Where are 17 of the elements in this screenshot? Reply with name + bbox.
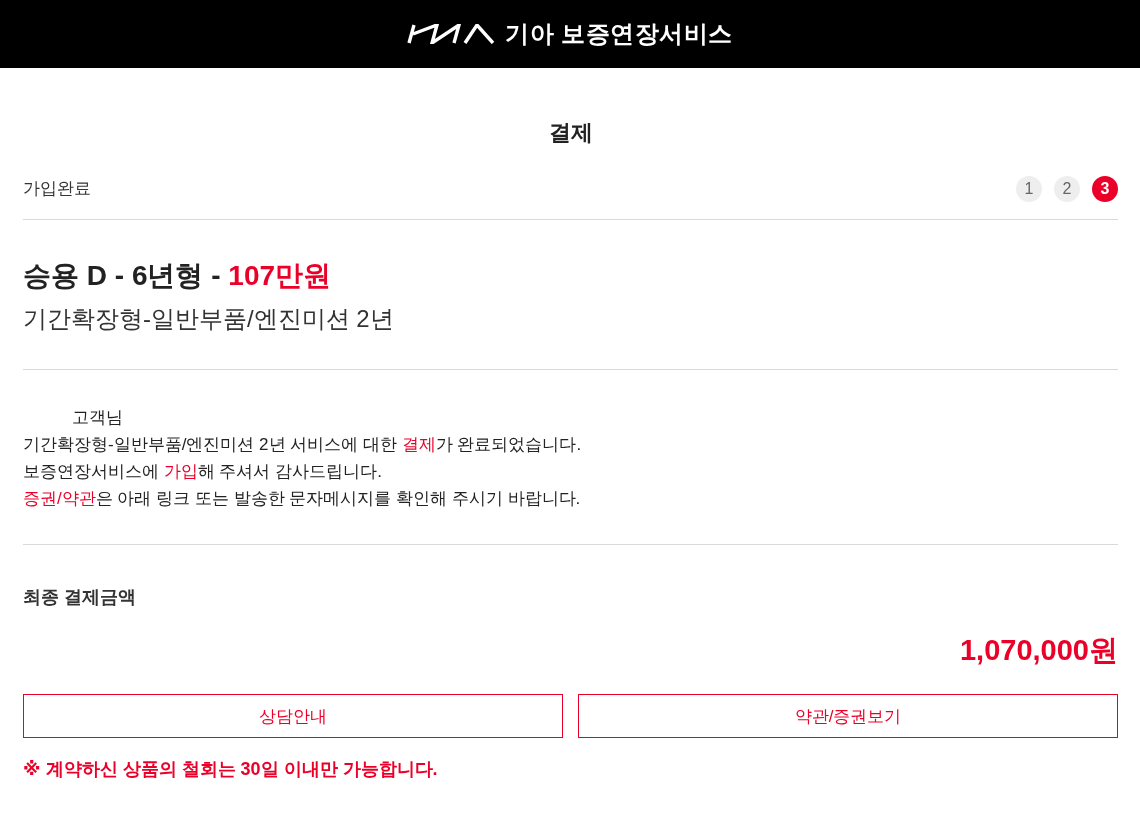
- step-indicator: 1: [1016, 176, 1042, 202]
- step-indicator: 3: [1092, 176, 1118, 202]
- greeting-text: 고객님: [71, 407, 124, 429]
- product-title: 승용 D - 6년형 - 107만원: [23, 259, 333, 293]
- step-label: 가입완료: [23, 178, 91, 200]
- message-text: 보증연장서비스에 가입해 주셔서 감사드립니다.: [23, 461, 383, 483]
- message-text: 기간확장형-일반부품/엔진미션 2년 서비스에 대한 결제가 완료되었습니다.: [23, 434, 583, 456]
- header-title: 기아 보증연장서비스: [505, 19, 733, 49]
- page-title: 결제: [547, 119, 594, 147]
- message-text: 증권/약관은 아래 링크 또는 발송한 문자메시지를 확인해 주시기 바랍니다.: [23, 488, 582, 510]
- outline-button[interactable]: 약관/증권보기: [578, 694, 1118, 738]
- outline-button[interactable]: 상담안내: [23, 694, 563, 738]
- step-indicator: 2: [1054, 176, 1080, 202]
- total-amount: 1,070,000원: [960, 633, 1118, 668]
- notice-text: ※ 계약하신 상품의 철회는 30일 이내만 가능합니다.: [23, 758, 439, 781]
- product-subtitle: 기간확장형-일반부품/엔진미션 2년: [23, 304, 395, 334]
- total-label: 최종 결제금액: [23, 586, 137, 609]
